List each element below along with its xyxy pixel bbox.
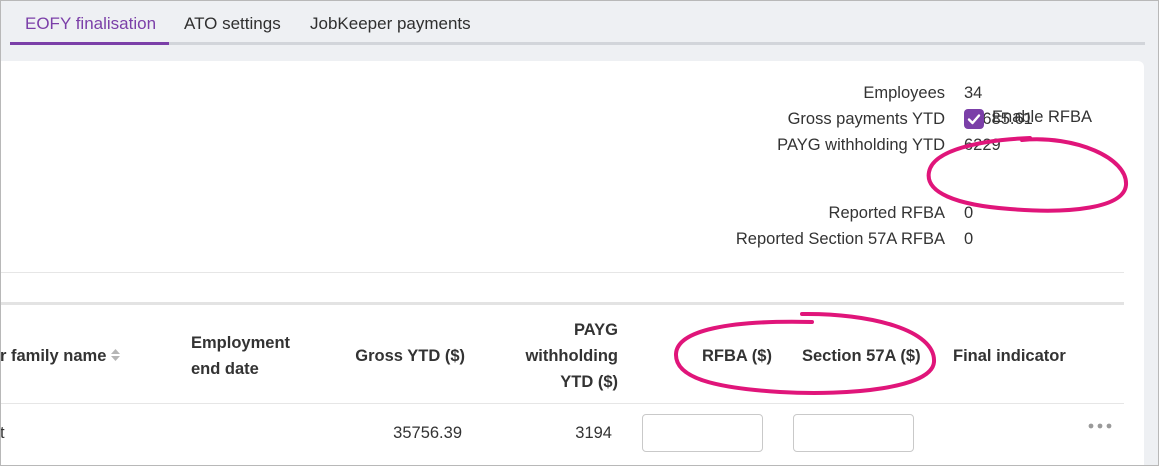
active-tab-indicator	[10, 42, 169, 45]
rfba-input[interactable]	[642, 414, 763, 452]
tab-eofy-finalisation[interactable]: EOFY finalisation	[25, 14, 156, 34]
summary-divider	[0, 272, 1124, 273]
sort-icon[interactable]	[110, 344, 121, 370]
payg-ytd-line-2: withholding	[525, 347, 618, 365]
summary-employees: Employees	[0, 84, 945, 108]
cell-family-name: t	[0, 424, 5, 442]
cell-gross-ytd: 35756.39	[393, 424, 462, 442]
gross-payments-label: Gross payments YTD	[787, 110, 945, 128]
table-header-divider	[0, 403, 1124, 404]
enable-rfba-label[interactable]: Enable RFBA	[992, 108, 1092, 127]
reported-57a-label: Reported Section 57A RFBA	[735, 230, 945, 248]
summary-reported-rfba: Reported RFBA	[0, 204, 945, 228]
column-header-employment-end-date: Employment end date	[191, 330, 290, 382]
summary-gross: Gross payments YTD	[0, 110, 945, 134]
reported-rfba-label: Reported RFBA	[828, 204, 945, 222]
cell-payg-ytd: 3194	[575, 424, 612, 442]
payg-withholding-value: 6229	[964, 136, 1001, 154]
enable-rfba-checkbox[interactable]	[964, 109, 984, 129]
reported-57a-value: 0	[964, 230, 974, 248]
payg-ytd-line-1: PAYG	[573, 321, 618, 339]
tab-jobkeeper-payments[interactable]: JobKeeper payments	[310, 14, 471, 34]
reported-rfba-value: 0	[964, 204, 974, 222]
column-header-gross-ytd: Gross YTD ($)	[355, 347, 465, 365]
check-icon	[967, 114, 981, 125]
column-header-family-name[interactable]: r family name	[0, 343, 121, 370]
tab-bar: EOFY finalisation ATO settings JobKeeper…	[0, 0, 1159, 46]
more-icon[interactable]	[1088, 418, 1112, 436]
employees-label: Employees	[863, 84, 945, 102]
tab-ato-settings[interactable]: ATO settings	[184, 14, 281, 34]
column-header-section-57a: Section 57A ($)	[802, 347, 921, 365]
summary-payg: PAYG withholding YTD	[0, 136, 945, 160]
family-name-header-label: r family name	[0, 347, 107, 365]
employment-end-date-line-1: Employment	[191, 334, 291, 352]
section-57a-input[interactable]	[793, 414, 914, 452]
tab-bar-divider	[10, 42, 1145, 45]
table-top-border	[0, 302, 1124, 305]
employees-value: 34	[964, 84, 983, 102]
employment-end-date-line-2: end date	[191, 360, 259, 378]
column-header-rfba: RFBA ($)	[702, 347, 772, 365]
payg-ytd-line-3: YTD ($)	[560, 373, 618, 391]
payg-withholding-label: PAYG withholding YTD	[777, 136, 945, 154]
summary-reported-57a: Reported Section 57A RFBA	[0, 230, 945, 254]
column-header-payg-ytd: PAYG withholding YTD ($)	[500, 317, 618, 395]
column-header-final-indicator: Final indicator	[953, 347, 1066, 365]
